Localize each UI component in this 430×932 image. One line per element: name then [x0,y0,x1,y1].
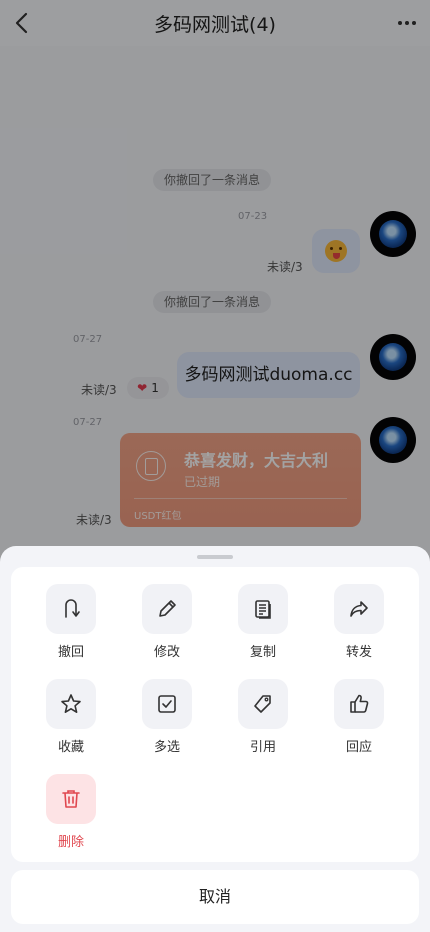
action-label: 收藏 [57,740,84,755]
forward-icon [334,584,384,634]
action-favorite[interactable]: 收藏 [31,662,111,755]
recall-icon [46,584,96,634]
checkbox-icon [142,679,192,729]
action-forward[interactable]: 转发 [319,567,399,660]
action-label: 多选 [153,740,180,755]
action-label: 删除 [57,835,84,850]
action-label: 引用 [249,740,276,755]
action-quote[interactable]: 引用 [223,662,303,755]
action-label: 撤回 [57,645,84,660]
action-delete[interactable]: 删除 [31,757,111,850]
trash-icon [46,774,96,824]
quote-icon [238,679,288,729]
action-label: 转发 [345,645,372,660]
action-label: 复制 [249,645,276,660]
cancel-button[interactable]: 取消 [11,870,419,924]
star-icon [46,679,96,729]
action-recall[interactable]: 撤回 [31,567,111,660]
copy-icon [238,584,288,634]
action-multiselect[interactable]: 多选 [127,662,207,755]
edit-icon [142,584,192,634]
action-copy[interactable]: 复制 [223,567,303,660]
drag-handle[interactable] [197,555,233,559]
message-action-sheet: 撤回 修改 复制 转发 收藏 多选 引用 回应 删除 取消 [0,546,430,932]
action-react[interactable]: 回应 [319,662,399,755]
action-label: 回应 [345,740,372,755]
action-edit[interactable]: 修改 [127,567,207,660]
action-label: 修改 [153,645,180,660]
thumbs-up-icon [334,679,384,729]
action-grid: 撤回 修改 复制 转发 收藏 多选 引用 回应 删除 [11,567,419,862]
